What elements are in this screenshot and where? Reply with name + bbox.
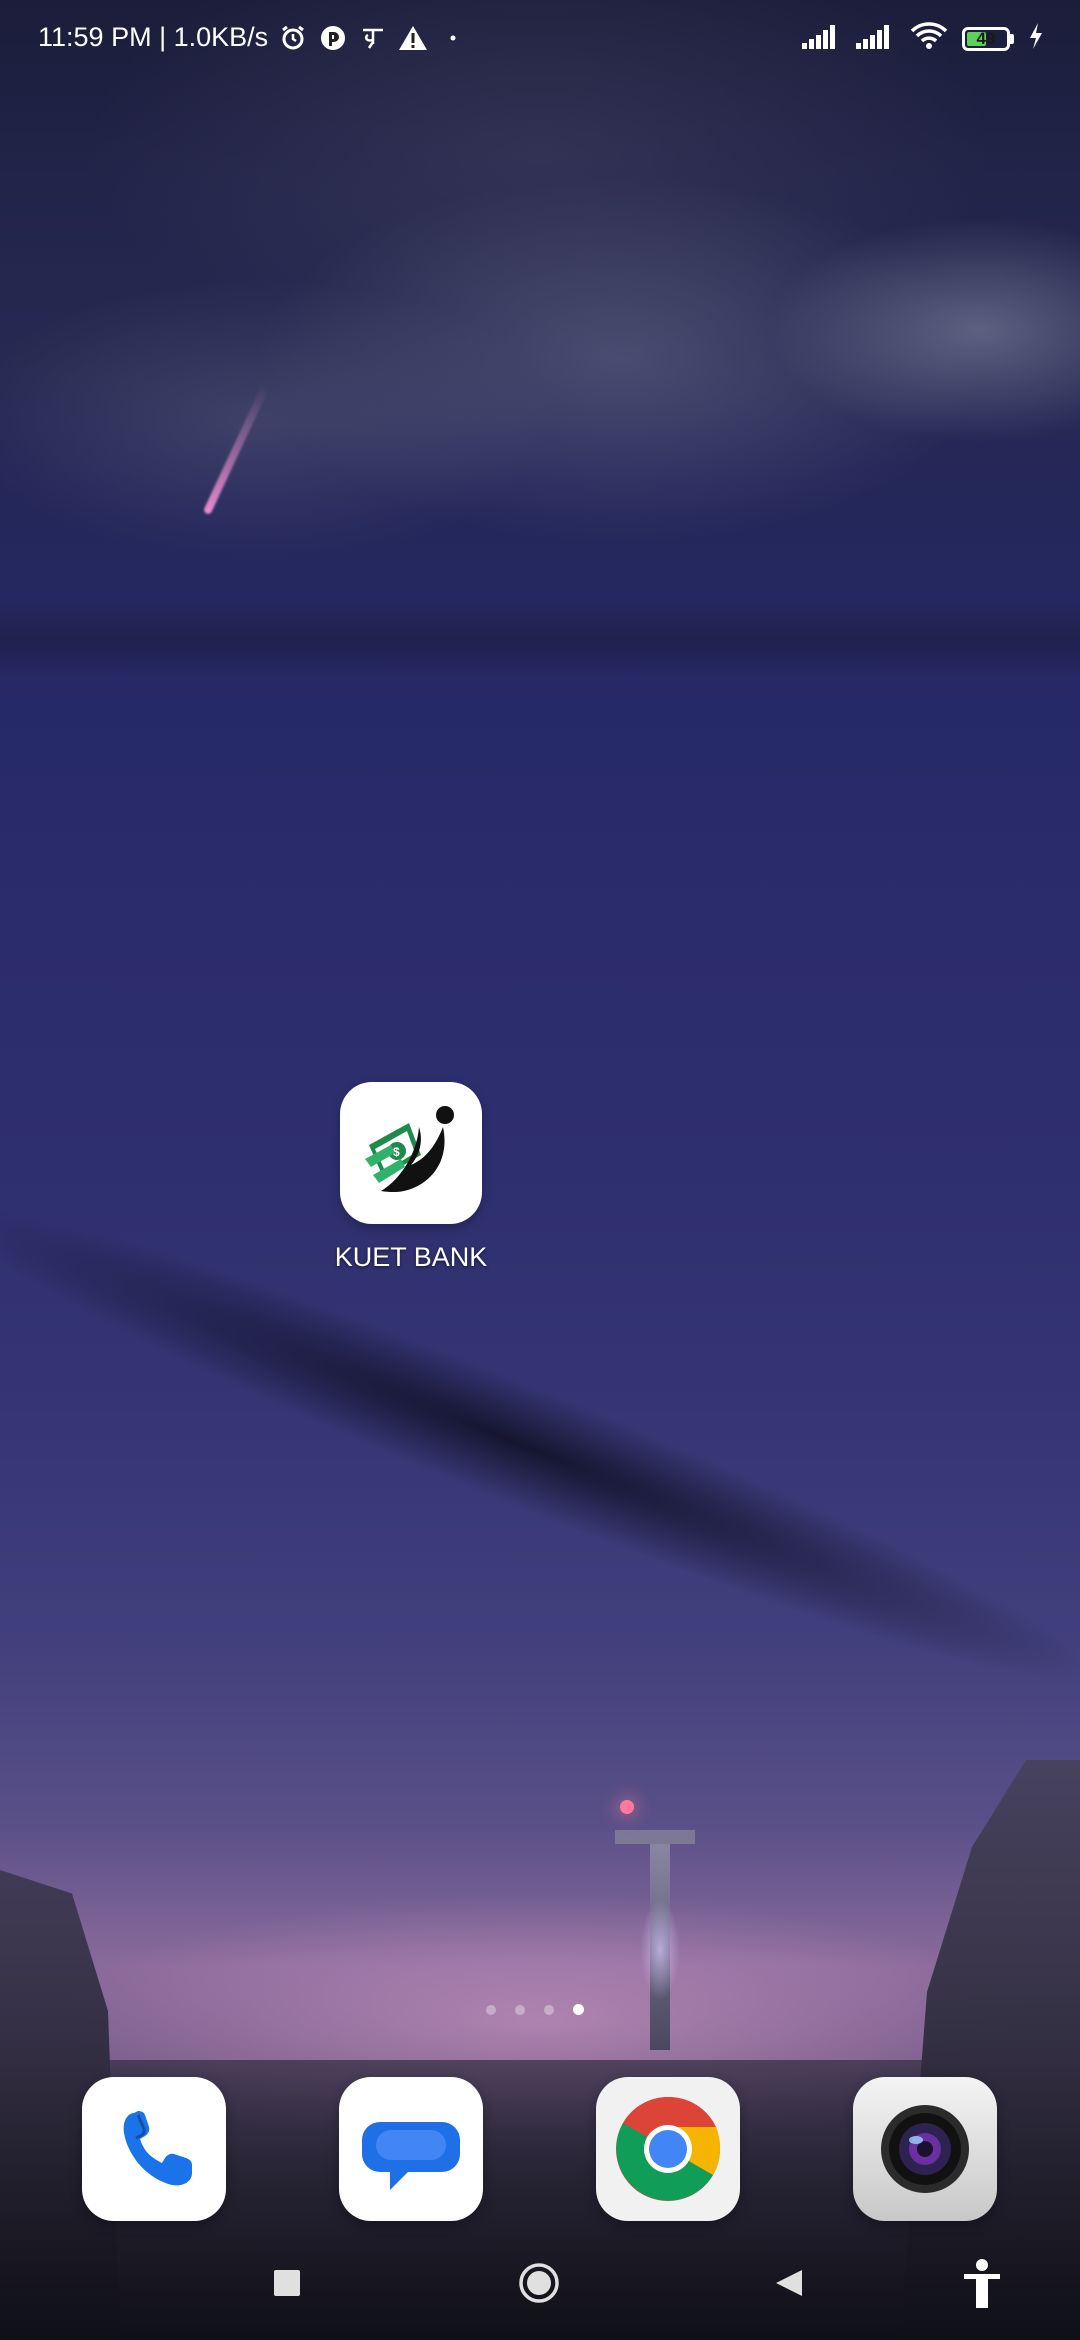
recents-square-icon[interactable] xyxy=(272,2268,302,2298)
wallpaper-tower-top xyxy=(615,1830,695,1844)
camera-icon xyxy=(881,2105,969,2193)
page-dot-3[interactable] xyxy=(544,2004,554,2015)
home-circle-icon[interactable] xyxy=(518,2262,560,2304)
kuet-bank-logo-icon[interactable]: $ xyxy=(340,1082,482,1224)
phone-icon xyxy=(123,2111,192,2186)
alarm-icon xyxy=(278,23,308,53)
app-kuet-bank[interactable]: $ KUET BANK xyxy=(335,1082,487,1273)
page-indicator[interactable] xyxy=(486,2004,584,2015)
dock-phone-app[interactable] xyxy=(82,2077,226,2221)
status-left: 11:59 PM | 1.0KB/s xyxy=(38,22,468,53)
wallpaper-tower-light xyxy=(620,1800,634,1814)
wallpaper-smoke-trail xyxy=(0,1154,1080,1734)
app-label: KUET BANK xyxy=(334,1242,488,1272)
messages-icon xyxy=(362,2122,460,2190)
battery-level: 49 xyxy=(976,28,996,48)
wallpaper-rock-formation xyxy=(0,0,1080,680)
navigation-bar xyxy=(0,2240,1080,2340)
back-triangle-icon[interactable] xyxy=(774,2268,804,2298)
warning-icon xyxy=(398,23,428,53)
battery-icon: 49 xyxy=(962,26,1014,51)
dock-camera-app[interactable] xyxy=(853,2077,997,2221)
wallpaper-tower-beam xyxy=(640,1900,680,2000)
battery-cap xyxy=(1010,33,1014,44)
wifi-icon xyxy=(910,22,948,55)
status-bar[interactable]: 11:59 PM | 1.0KB/s 49 xyxy=(0,0,1080,80)
signal-1-icon xyxy=(802,23,842,54)
wallpaper-rock-edge xyxy=(0,600,1080,680)
app-notification-icon xyxy=(318,23,348,53)
page-dot-1[interactable] xyxy=(486,2004,496,2015)
charging-icon xyxy=(1028,22,1044,55)
signal-2-icon xyxy=(856,23,896,54)
status-time-speed: 11:59 PM | 1.0KB/s xyxy=(38,22,269,52)
dock-messages-app[interactable] xyxy=(339,2077,483,2221)
page-dot-4-active[interactable] xyxy=(573,2004,584,2015)
status-right: 49 xyxy=(802,22,1044,55)
page-dot-2[interactable] xyxy=(515,2004,525,2015)
dock-chrome-app[interactable] xyxy=(596,2077,740,2221)
accessibility-icon[interactable] xyxy=(960,2258,1004,2310)
home-screen: 11:59 PM | 1.0KB/s 49 $ KUET BANK xyxy=(0,0,1080,2340)
battery-body: 49 xyxy=(962,26,1010,51)
chrome-icon xyxy=(616,2096,721,2201)
dot-icon xyxy=(438,23,468,53)
bangla-char-icon xyxy=(358,23,388,53)
